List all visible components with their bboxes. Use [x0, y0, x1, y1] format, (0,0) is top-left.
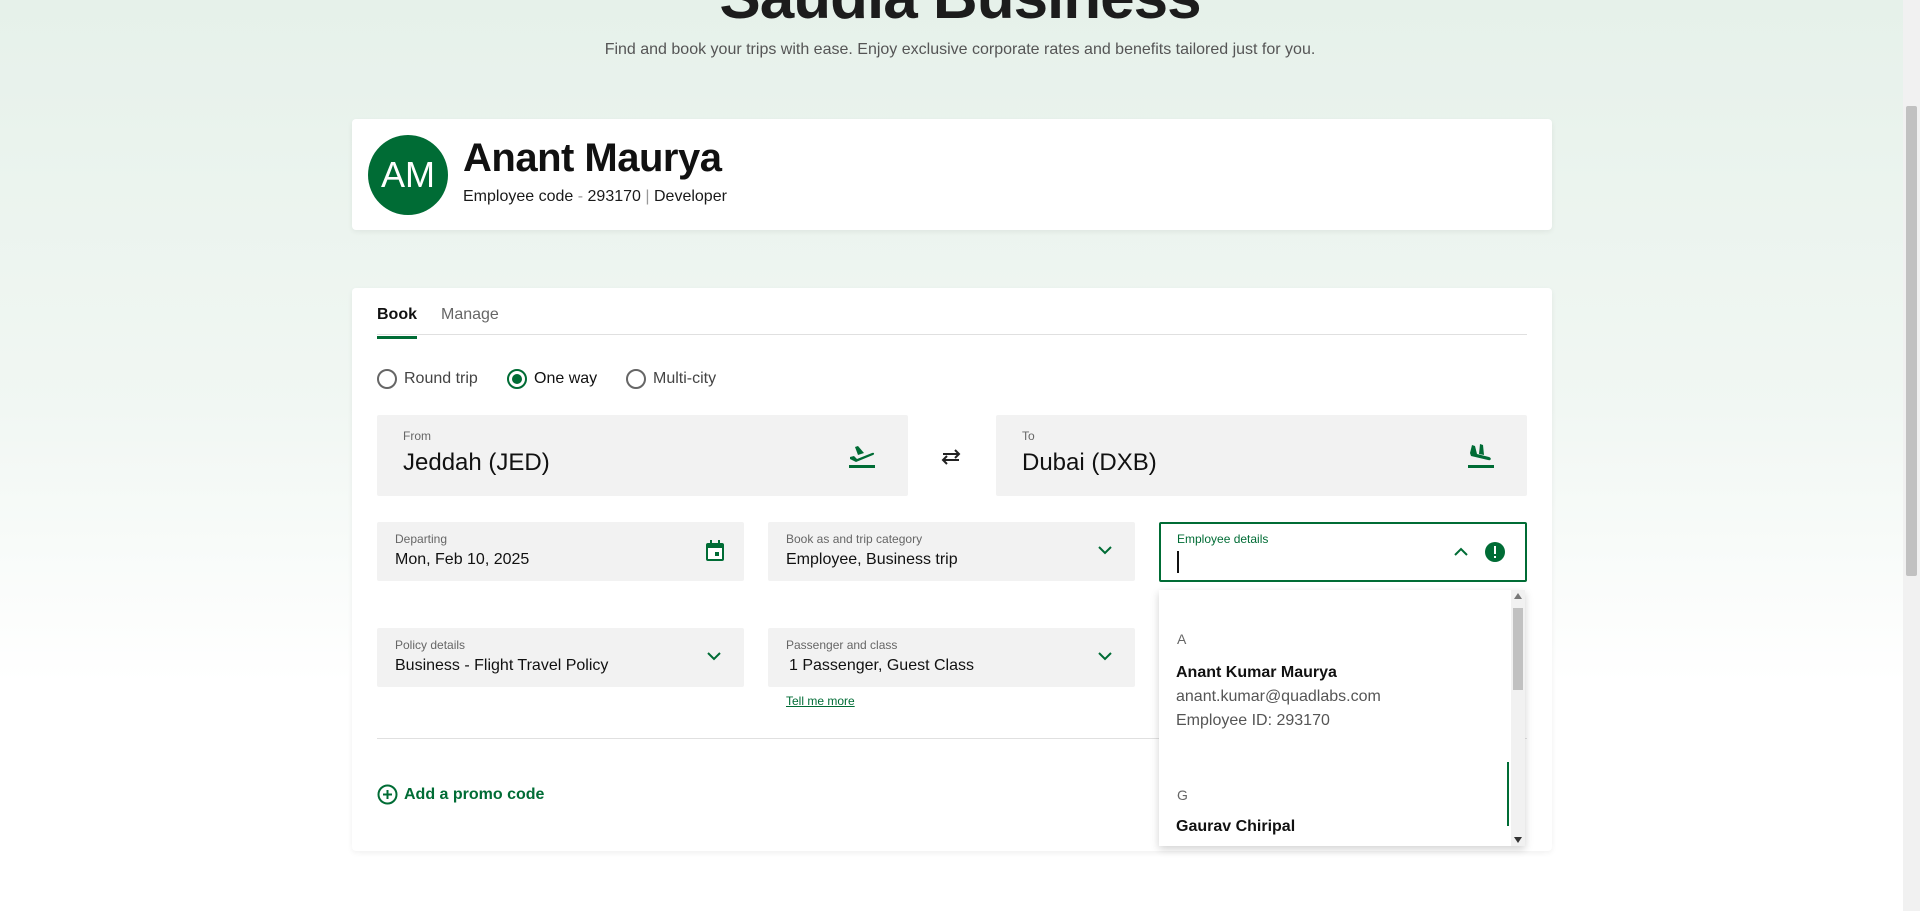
policy-label: Policy details	[395, 638, 466, 652]
radio-button[interactable]	[626, 369, 646, 389]
promo-label: Add a promo code	[404, 785, 545, 803]
profile-card: AM Anant Maurya Employee code - 293170 |…	[352, 119, 1552, 230]
book-as-value: Employee, Business trip	[786, 551, 958, 568]
swap-icon[interactable]	[939, 448, 963, 466]
radio-button[interactable]	[377, 369, 397, 389]
dropdown-scrollbar[interactable]	[1511, 590, 1525, 846]
radio-button-checked[interactable]	[507, 369, 527, 389]
departing-field[interactable]: Departing Mon, Feb 10, 2025	[377, 522, 744, 581]
chevron-down-icon	[1098, 652, 1112, 661]
scroll-up-arrow-icon[interactable]	[1514, 593, 1522, 599]
radio-label: Multi-city	[653, 370, 717, 387]
alert-icon	[1485, 542, 1505, 562]
dropdown-scrollbar-thumb[interactable]	[1513, 608, 1523, 690]
group-letter: A	[1177, 631, 1187, 647]
from-label: From	[403, 429, 431, 443]
tab-bar: Book Manage	[377, 306, 1527, 339]
book-as-label: Book as and trip category	[786, 532, 923, 546]
page-scrollbar[interactable]	[1903, 0, 1920, 911]
page-scrollbar-thumb[interactable]	[1906, 106, 1917, 576]
radio-label: One way	[534, 370, 598, 387]
from-value: Jeddah (JED)	[403, 449, 550, 476]
radio-round-trip[interactable]: Round trip	[377, 369, 478, 389]
avatar: AM	[368, 135, 448, 215]
add-promo-code-button[interactable]: Add a promo code	[377, 784, 544, 805]
employee-details-field[interactable]: Employee details	[1159, 522, 1527, 582]
policy-value: Business - Flight Travel Policy	[395, 657, 609, 674]
employee-details-label: Employee details	[1177, 532, 1269, 546]
to-value: Dubai (DXB)	[1022, 449, 1157, 476]
profile-meta: Employee code - 293170 | Developer	[463, 188, 727, 206]
employee-option-name: Gaurav Chiripal	[1176, 818, 1296, 835]
passenger-value: 1 Passenger, Guest Class	[789, 657, 974, 674]
employee-option-id: Employee ID: 293170	[1176, 712, 1330, 729]
calendar-icon[interactable]	[705, 540, 725, 562]
radio-label: Round trip	[404, 370, 478, 387]
departing-value: Mon, Feb 10, 2025	[395, 551, 530, 568]
to-field[interactable]: To Dubai (DXB)	[996, 415, 1527, 496]
chevron-up-icon[interactable]	[1454, 547, 1468, 556]
role-separator: |	[645, 188, 650, 205]
employee-role: Developer	[653, 188, 727, 205]
book-as-field[interactable]: Book as and trip category Employee, Busi…	[768, 522, 1135, 581]
passenger-label: Passenger and class	[786, 638, 898, 652]
employee-code-separator: -	[577, 188, 584, 205]
to-label: To	[1022, 429, 1035, 443]
radio-one-way[interactable]: One way	[507, 369, 597, 389]
group-letter: G	[1177, 787, 1188, 803]
scroll-down-arrow-icon[interactable]	[1514, 837, 1522, 843]
employee-dropdown: A Anant Kumar Maurya anant.kumar@quadlab…	[1159, 590, 1525, 846]
chevron-down-icon	[1098, 546, 1112, 555]
radio-multi-city[interactable]: Multi-city	[626, 369, 716, 389]
departing-label: Departing	[395, 532, 448, 546]
employee-option[interactable]: Anant Kumar Maurya anant.kumar@quadlabs.…	[1159, 662, 1511, 752]
employee-search-input[interactable]	[1177, 551, 1437, 573]
employee-option[interactable]: Gaurav Chiripal	[1159, 816, 1511, 846]
passenger-field[interactable]: Passenger and class 1 Passenger, Guest C…	[768, 628, 1135, 687]
profile-name: Anant Maurya	[463, 136, 722, 180]
employee-code-label: Employee code	[463, 188, 574, 205]
plane-takeoff-icon	[849, 446, 875, 468]
employee-option-email: anant.kumar@quadlabs.com	[1176, 688, 1381, 705]
from-field[interactable]: From Jeddah (JED)	[377, 415, 908, 496]
tell-me-more-link[interactable]: Tell me more	[786, 694, 855, 708]
plus-circle-icon	[377, 784, 398, 805]
employee-code: 293170	[587, 188, 641, 205]
employee-option-name: Anant Kumar Maurya	[1176, 664, 1337, 681]
tab-manage[interactable]: Manage	[441, 306, 499, 336]
page-title: Saudia Business	[0, 0, 1920, 33]
chevron-down-icon	[707, 652, 721, 661]
policy-field[interactable]: Policy details Business - Flight Travel …	[377, 628, 744, 687]
plane-landing-icon	[1468, 444, 1494, 468]
page-subtitle: Find and book your trips with ease. Enjo…	[604, 41, 1316, 58]
tab-book[interactable]: Book	[377, 306, 417, 339]
